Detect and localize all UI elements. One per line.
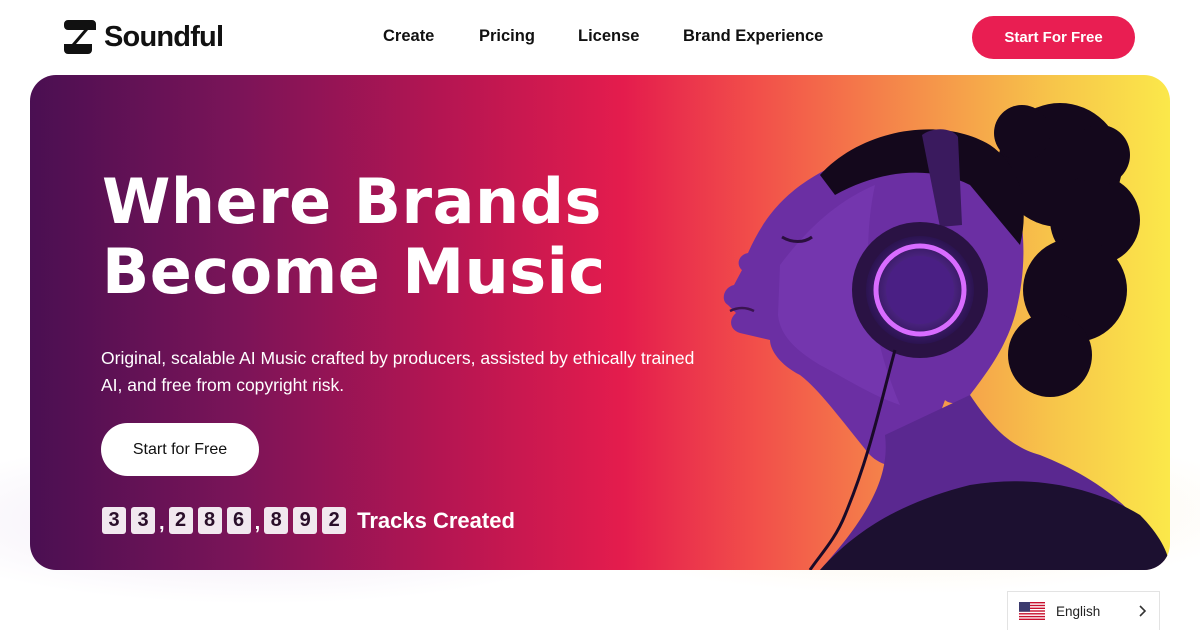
language-selector[interactable]: English [1007, 591, 1160, 630]
brand-name: Soundful [104, 20, 224, 53]
counter-digit: 8 [264, 507, 289, 534]
counter-digit: 2 [322, 507, 347, 534]
counter-digit: 3 [102, 507, 126, 534]
chevron-right-icon [1139, 605, 1147, 617]
brand-logo[interactable]: Soundful [64, 20, 224, 54]
woman-with-headphones-image [723, 103, 1170, 570]
hero-banner: Where Brands Become Music Original, scal… [30, 75, 1170, 570]
tracks-created-label: Tracks Created [357, 507, 515, 533]
counter-separator: , [254, 512, 261, 534]
language-label: English [1056, 603, 1101, 619]
hero-title: Where Brands Become Music [102, 167, 722, 307]
soundful-logo-icon [64, 20, 96, 54]
hero-start-for-free-button[interactable]: Start for Free [101, 423, 259, 476]
hero-title-line-1: Where Brands [102, 165, 602, 238]
counter-digit: 2 [168, 507, 193, 534]
us-flag-icon [1019, 602, 1045, 620]
counter-separator: , [159, 512, 165, 534]
counter-digit: 8 [197, 507, 222, 534]
site-header: Soundful Create Pricing License Brand Ex… [0, 0, 1200, 75]
nav-item-create[interactable]: Create [383, 27, 434, 46]
nav-item-license[interactable]: License [578, 27, 639, 46]
hero-subtitle: Original, scalable AI Music crafted by p… [101, 348, 695, 395]
counter-digit: 9 [293, 507, 318, 534]
start-for-free-button[interactable]: Start For Free [972, 16, 1135, 59]
tracks-counter: 3 3 , 2 8 6 , 8 9 2 Tracks Created [102, 506, 515, 535]
counter-digit: 6 [226, 507, 251, 534]
nav-item-brand-experience[interactable]: Brand Experience [683, 27, 823, 46]
counter-digit: 3 [131, 507, 155, 534]
nav-item-pricing[interactable]: Pricing [479, 27, 535, 46]
hero-title-line-2: Become Music [102, 235, 606, 308]
